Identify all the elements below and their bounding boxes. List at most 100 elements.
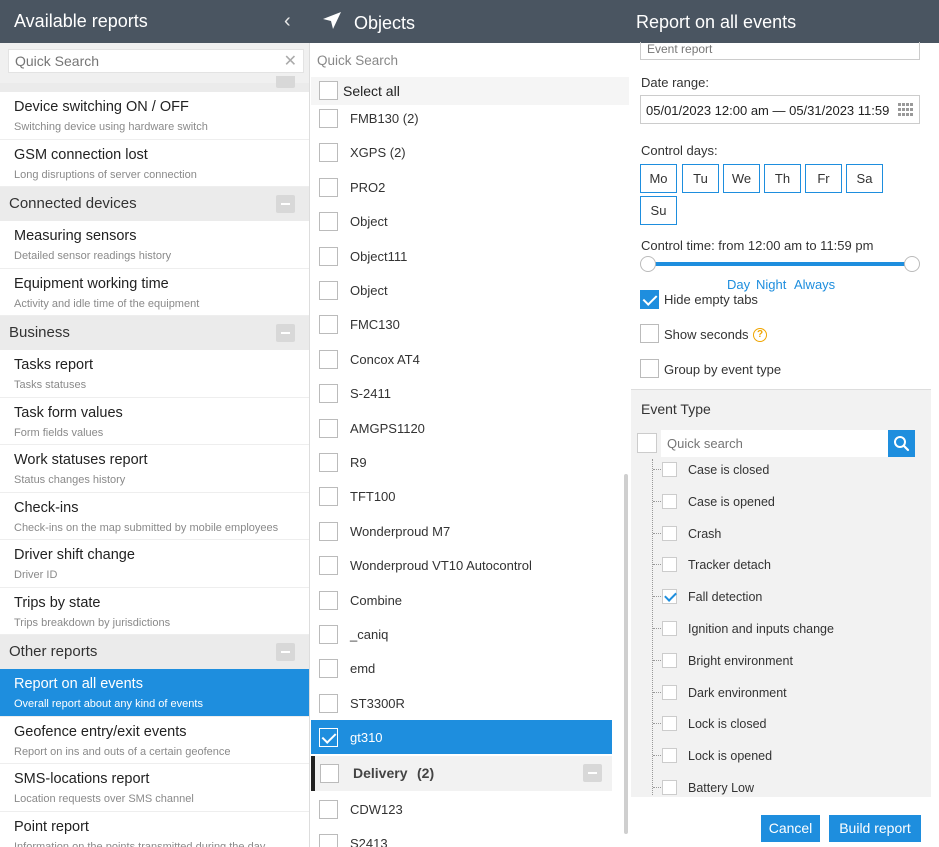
event-checkbox[interactable] (662, 780, 677, 795)
object-row[interactable]: TFT100 (311, 479, 612, 513)
report-item[interactable]: Tasks report Tasks statuses (0, 350, 309, 398)
report-item[interactable]: Check-ins Check-ins on the map submitted … (0, 492, 309, 540)
report-group-header[interactable]: Other reports (0, 635, 309, 669)
report-item[interactable]: Report on all events Overall report about… (0, 669, 309, 717)
object-checkbox[interactable] (319, 728, 338, 748)
objects-scrollbar[interactable] (624, 474, 628, 834)
event-checkbox[interactable] (662, 716, 677, 732)
cancel-button[interactable]: Cancel (761, 815, 820, 842)
object-row[interactable]: _caniq (311, 617, 612, 651)
object-checkbox[interactable] (319, 212, 338, 232)
object-checkbox[interactable] (319, 834, 338, 847)
object-row[interactable]: Object (311, 204, 612, 238)
day-toggle-tu[interactable]: Tu (682, 164, 719, 193)
object-row[interactable]: R9 (311, 445, 612, 479)
date-range-field[interactable]: 05/01/2023 12:00 am — 05/31/2023 11:59 p… (640, 95, 920, 124)
day-toggle-mo[interactable]: Mo (640, 164, 677, 193)
select-all-checkbox[interactable] (319, 81, 338, 100)
object-checkbox[interactable] (319, 315, 338, 335)
object-checkbox[interactable] (319, 693, 338, 713)
help-icon[interactable]: ? (753, 328, 767, 342)
report-item[interactable]: Device switching ON / OFF Switching devic… (0, 92, 309, 140)
collapse-group-icon[interactable] (583, 763, 602, 782)
object-group-delivery[interactable]: Delivery (2) (311, 755, 612, 791)
report-item[interactable]: Geofence entry/exit events Report on ins … (0, 716, 309, 764)
event-checkbox[interactable] (662, 684, 677, 700)
object-checkbox[interactable] (319, 143, 338, 163)
object-checkbox[interactable] (319, 487, 338, 507)
slider-end-handle[interactable] (904, 256, 920, 272)
event-checkbox[interactable] (662, 748, 677, 764)
object-checkbox[interactable] (319, 659, 338, 679)
event-checkbox[interactable] (662, 493, 677, 509)
object-checkbox[interactable] (319, 349, 338, 369)
collapse-panel-icon[interactable]: ‹ (284, 10, 291, 33)
clear-search-icon[interactable]: ✕ (284, 51, 297, 71)
report-group-header[interactable]: Connected devices (0, 187, 309, 221)
report-group-header[interactable]: Business (0, 316, 309, 350)
event-checkbox[interactable] (662, 462, 677, 477)
day-toggle-su[interactable]: Su (640, 196, 677, 225)
report-item[interactable]: Task form values Form fields values (0, 397, 309, 445)
object-checkbox[interactable] (319, 418, 338, 438)
report-item[interactable]: Work statuses report Status changes histo… (0, 445, 309, 493)
object-checkbox[interactable] (319, 246, 338, 266)
control-time-slider[interactable] (640, 256, 920, 272)
event-checkbox[interactable] (662, 621, 677, 636)
object-row[interactable]: Object111 (311, 239, 612, 273)
group-by-event-type-checkbox[interactable] (640, 359, 659, 378)
day-toggle-sa[interactable]: Sa (846, 164, 883, 193)
object-checkbox[interactable] (319, 556, 338, 576)
object-row[interactable]: PRO2 (311, 170, 612, 204)
reports-search-input[interactable] (9, 50, 279, 72)
objects-search-input[interactable]: Quick Search (317, 53, 398, 68)
event-checkbox[interactable] (662, 589, 677, 605)
object-row[interactable]: gt310 (311, 720, 612, 755)
report-item[interactable]: Measuring sensors Detailed sensor reading… (0, 221, 309, 269)
object-row[interactable]: S2413 (311, 826, 612, 847)
day-toggle-we[interactable]: We (723, 164, 760, 193)
object-checkbox[interactable] (319, 453, 338, 472)
event-checkbox[interactable] (662, 525, 677, 541)
object-row[interactable]: Wonderproud M7 (311, 514, 612, 548)
report-item[interactable]: SMS-locations report Location requests ov… (0, 764, 309, 812)
object-checkbox[interactable] (319, 281, 338, 300)
object-checkbox[interactable] (319, 384, 338, 404)
collapse-group-icon[interactable] (276, 195, 295, 213)
report-item[interactable]: Trips by state Trips breakdown by jurisdi… (0, 587, 309, 635)
report-item[interactable]: Equipment working time Activity and idle … (0, 268, 309, 316)
object-row[interactable]: FMC130 (311, 307, 612, 341)
object-checkbox[interactable] (319, 109, 338, 128)
object-row[interactable]: Wonderproud VT10 Autocontrol (311, 548, 612, 582)
report-item[interactable]: GSM connection lost Long disruptions of s… (0, 139, 309, 187)
object-row[interactable]: FMB130 (2) (311, 101, 612, 135)
event-checkbox[interactable] (662, 652, 677, 668)
object-row[interactable]: S-2411 (311, 376, 612, 410)
object-checkbox[interactable] (319, 799, 338, 819)
object-row[interactable]: Concox AT4 (311, 342, 612, 376)
collapse-group-icon[interactable] (276, 76, 295, 88)
object-checkbox[interactable] (319, 177, 338, 197)
day-toggle-fr[interactable]: Fr (805, 164, 842, 193)
object-row[interactable]: Object (311, 273, 612, 307)
hide-empty-tabs-checkbox[interactable] (640, 290, 659, 309)
event-checkbox[interactable] (662, 557, 677, 573)
collapse-group-icon[interactable] (276, 324, 295, 342)
object-row[interactable]: XGPS (2) (311, 135, 612, 169)
object-row[interactable]: Combine (311, 583, 612, 617)
object-checkbox[interactable] (319, 521, 338, 541)
object-row[interactable]: ST3300R (311, 686, 612, 720)
object-checkbox[interactable] (319, 625, 338, 644)
collapse-group-icon[interactable] (276, 643, 295, 661)
event-search-input[interactable] (661, 430, 881, 457)
preset-always-link[interactable]: Always (794, 277, 835, 292)
calendar-icon[interactable] (898, 103, 914, 116)
object-row[interactable]: emd (311, 651, 612, 685)
group-checkbox[interactable] (320, 763, 339, 783)
event-search-button[interactable] (888, 430, 915, 457)
preset-night-link[interactable]: Night (756, 277, 786, 292)
report-title-field[interactable]: Event report (640, 42, 920, 60)
report-item[interactable]: Point report Information on the points tr… (0, 811, 309, 847)
object-row[interactable]: CDW123 (311, 792, 612, 826)
build-report-button[interactable]: Build report (829, 815, 921, 842)
